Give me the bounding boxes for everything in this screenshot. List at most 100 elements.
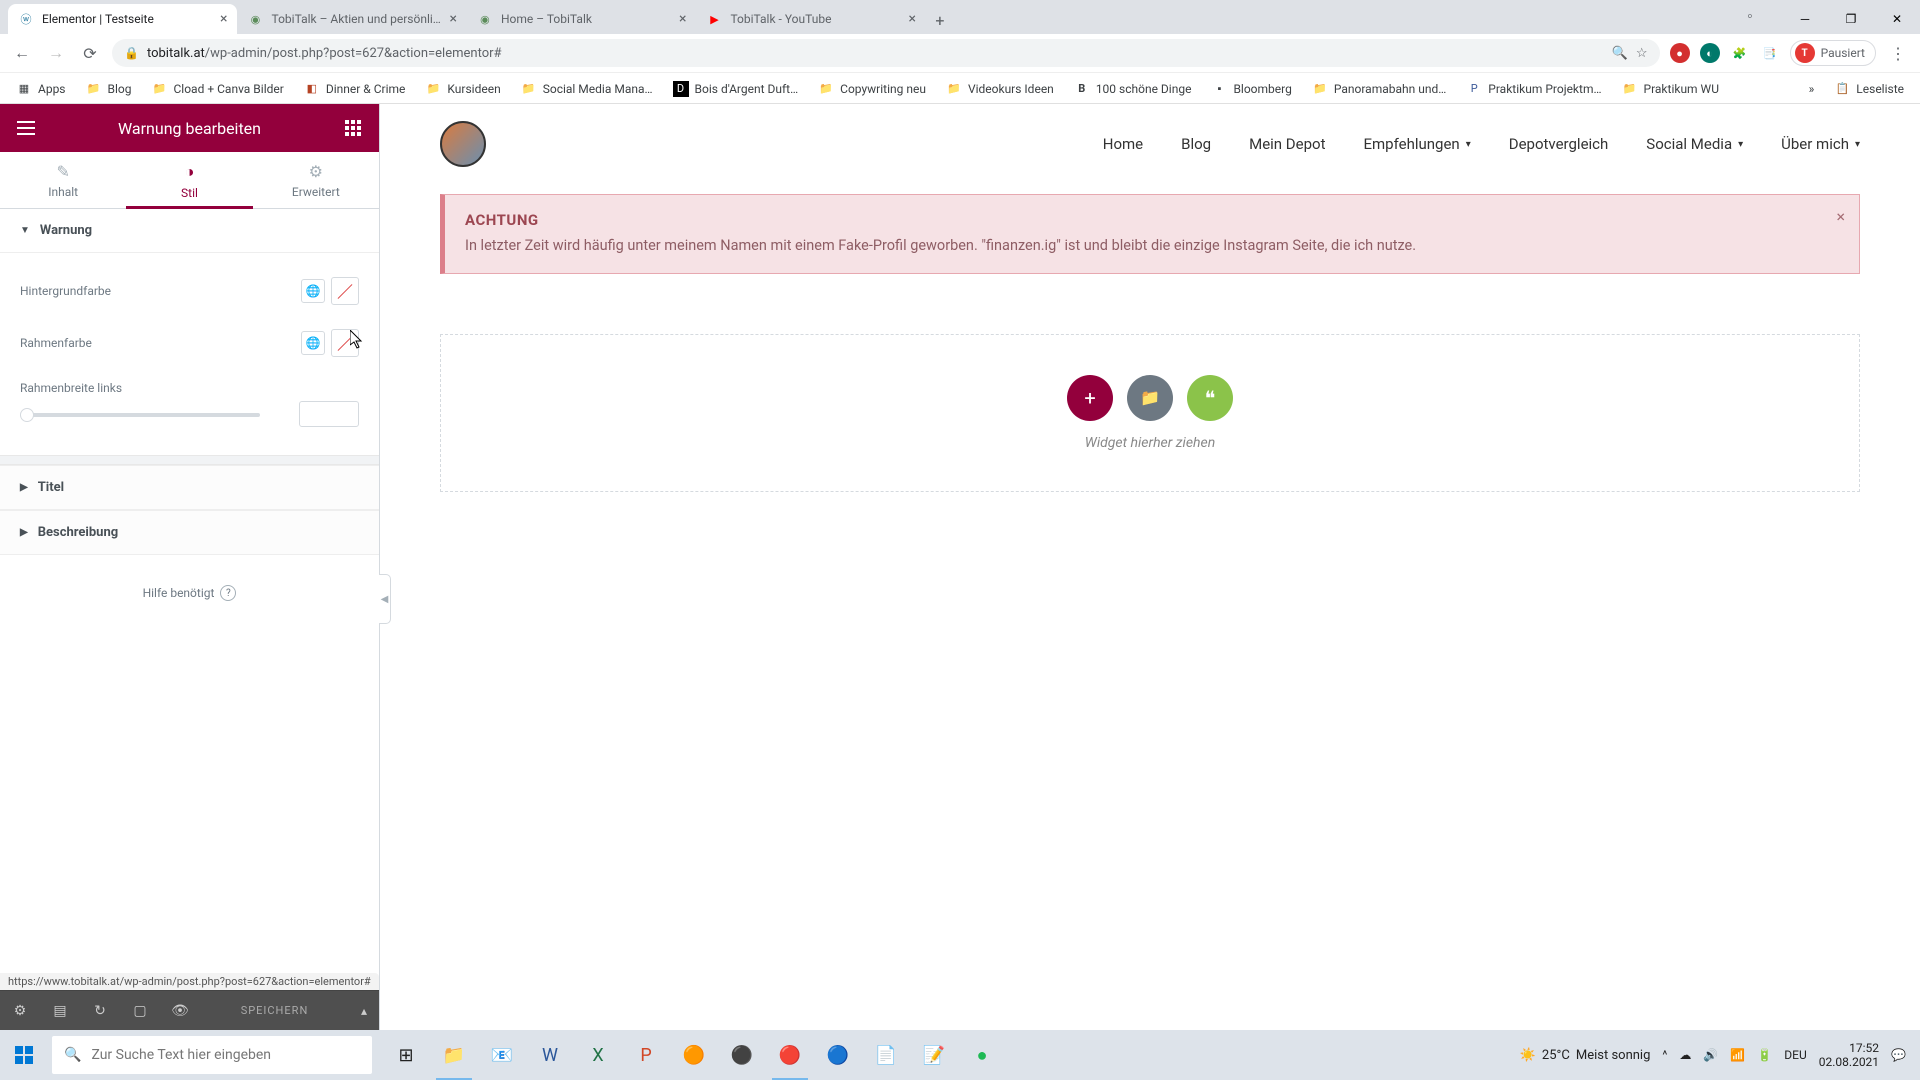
site-logo[interactable]: [440, 121, 486, 167]
onedrive-icon[interactable]: ☁: [1679, 1048, 1691, 1062]
bookmark-item[interactable]: 📁Blog: [78, 77, 140, 101]
mail-icon[interactable]: 📧: [478, 1030, 526, 1080]
navigator-icon[interactable]: ▤: [40, 1003, 80, 1019]
bookmark-item[interactable]: ▪Bloomberg: [1203, 77, 1299, 101]
section-title-toggle[interactable]: ▶ Titel: [0, 465, 379, 510]
save-button[interactable]: SPEICHERN: [200, 1004, 349, 1017]
tab-youtube[interactable]: ▶ TobiTalk - YouTube ×: [696, 4, 925, 34]
collapse-sidebar-handle[interactable]: ◀: [379, 574, 391, 624]
app-icon[interactable]: 🟠: [670, 1030, 718, 1080]
start-button[interactable]: [0, 1030, 48, 1080]
bookmark-item[interactable]: 📁Praktikum WU: [1614, 77, 1727, 101]
add-envato-button[interactable]: ❝: [1187, 375, 1233, 421]
nav-depot[interactable]: Mein Depot: [1249, 135, 1325, 153]
color-swatch[interactable]: [331, 329, 359, 357]
help-link[interactable]: Hilfe benötigt ?: [0, 555, 379, 631]
powerpoint-icon[interactable]: P: [622, 1030, 670, 1080]
global-color-button[interactable]: 🌐: [301, 331, 325, 355]
close-window-button[interactable]: ✕: [1874, 4, 1920, 34]
bookmarks-overflow-icon[interactable]: »: [1801, 78, 1823, 100]
url-input[interactable]: 🔒 tobitalk.at/wp-admin/post.php?post=627…: [112, 39, 1660, 67]
global-color-button[interactable]: 🌐: [301, 279, 325, 303]
slider-thumb[interactable]: [20, 408, 34, 422]
apps-button[interactable]: ▦Apps: [8, 77, 74, 101]
wifi-icon[interactable]: 📶: [1730, 1048, 1745, 1062]
app-icon[interactable]: 📄: [862, 1030, 910, 1080]
obs-icon[interactable]: ⚫: [718, 1030, 766, 1080]
tab-close-icon[interactable]: ×: [908, 11, 915, 27]
bookmark-item[interactable]: 📁Social Media Mana…: [513, 77, 661, 101]
minimize-button[interactable]: ─: [1782, 4, 1828, 34]
bookmark-item[interactable]: ◧Dinner & Crime: [296, 77, 414, 101]
nav-social[interactable]: Social Media▾: [1646, 135, 1743, 153]
network-icon[interactable]: 🔊: [1703, 1048, 1718, 1062]
new-tab-button[interactable]: +: [926, 6, 954, 34]
profile-chip[interactable]: T Pausiert: [1790, 40, 1876, 66]
reading-list-icon[interactable]: 📑: [1760, 43, 1780, 63]
tab-close-icon[interactable]: ×: [449, 11, 456, 27]
tab-close-icon[interactable]: ×: [220, 11, 227, 27]
bookmark-item[interactable]: PPraktikum Projektm…: [1458, 77, 1609, 101]
weather-widget[interactable]: ☀️ 25°C Meist sonnig: [1520, 1048, 1651, 1063]
word-icon[interactable]: W: [526, 1030, 574, 1080]
menu-icon[interactable]: [10, 112, 42, 144]
nav-blog[interactable]: Blog: [1181, 135, 1211, 153]
alert-dismiss-icon[interactable]: ×: [1836, 207, 1845, 226]
maximize-button[interactable]: ❐: [1828, 4, 1874, 34]
forward-button[interactable]: →: [44, 41, 68, 65]
nav-depotvergleich[interactable]: Depotvergleich: [1509, 135, 1609, 153]
spotify-icon[interactable]: ●: [958, 1030, 1006, 1080]
empty-section-dropzone[interactable]: + 📁 ❝ Widget hierher ziehen: [440, 334, 1860, 492]
widgets-grid-icon[interactable]: [337, 112, 369, 144]
settings-icon[interactable]: ⚙: [0, 1003, 40, 1019]
add-section-button[interactable]: +: [1067, 375, 1113, 421]
tab-home-tobitalk[interactable]: ◉ Home – TobiTalk ×: [467, 4, 696, 34]
reading-list-button[interactable]: 📋Leseliste: [1826, 77, 1912, 101]
tab-style[interactable]: ◑ Stil: [126, 152, 252, 208]
add-template-button[interactable]: 📁: [1127, 375, 1173, 421]
bookmark-item[interactable]: 📁Videokurs Ideen: [938, 77, 1062, 101]
bookmark-item[interactable]: 📁Kursideen: [417, 77, 508, 101]
bookmark-star-icon[interactable]: ☆: [1636, 46, 1648, 61]
section-warning-toggle[interactable]: ▼ Warnung: [0, 209, 379, 253]
save-options-icon[interactable]: ▴: [349, 1004, 379, 1018]
responsive-icon[interactable]: ▢: [120, 1003, 160, 1019]
app-icon[interactable]: 📝: [910, 1030, 958, 1080]
bookmark-item[interactable]: 📁Panoramabahn und…: [1304, 77, 1454, 101]
slider-number-input[interactable]: [299, 401, 359, 427]
edge-icon[interactable]: 🔵: [814, 1030, 862, 1080]
notifications-icon[interactable]: 💬: [1891, 1048, 1906, 1062]
zoom-icon[interactable]: 🔍: [1612, 46, 1628, 61]
explorer-icon[interactable]: 📁: [430, 1030, 478, 1080]
tab-elementor[interactable]: ⓦ Elementor | Testseite ×: [8, 4, 237, 34]
back-button[interactable]: ←: [10, 41, 34, 65]
excel-icon[interactable]: X: [574, 1030, 622, 1080]
nav-home[interactable]: Home: [1103, 135, 1143, 153]
task-view-icon[interactable]: ⊞: [382, 1030, 430, 1080]
chrome-menu-icon[interactable]: ⋮: [1886, 41, 1910, 65]
extension-icon[interactable]: ◐: [1700, 43, 1720, 63]
clock[interactable]: 17:52 02.08.2021: [1819, 1041, 1879, 1070]
slider-track[interactable]: [20, 413, 260, 417]
history-icon[interactable]: ↻: [80, 1003, 120, 1019]
alert-widget[interactable]: ACHTUNG In letzter Zeit wird häufig unte…: [440, 194, 1860, 274]
bookmark-item[interactable]: B100 schöne Dinge: [1066, 77, 1200, 101]
battery-icon[interactable]: 🔋: [1757, 1048, 1772, 1062]
reload-button[interactable]: ⟳: [78, 41, 102, 65]
section-description-toggle[interactable]: ▶ Beschreibung: [0, 510, 379, 555]
extension-icon[interactable]: ●: [1670, 43, 1690, 63]
extensions-menu-icon[interactable]: 🧩: [1730, 43, 1750, 63]
nav-about[interactable]: Über mich▾: [1781, 135, 1860, 153]
language-indicator[interactable]: DEU: [1784, 1048, 1806, 1062]
nav-empfehlungen[interactable]: Empfehlungen▾: [1364, 135, 1471, 153]
tab-close-icon[interactable]: ×: [679, 11, 686, 27]
account-switcher-icon[interactable]: ◦: [1738, 4, 1762, 28]
preview-icon[interactable]: 👁: [160, 1003, 200, 1019]
tab-tobitalk-site[interactable]: ◉ TobiTalk – Aktien und persönlich… ×: [237, 4, 466, 34]
tray-overflow-icon[interactable]: ^: [1662, 1048, 1667, 1062]
bookmark-item[interactable]: 📁Cload + Canva Bilder: [143, 77, 291, 101]
tab-advanced[interactable]: ⚙ Erweitert: [253, 152, 379, 208]
bookmark-item[interactable]: 📁Copywriting neu: [810, 77, 934, 101]
bookmark-item[interactable]: DBois d'Argent Duft…: [665, 77, 807, 101]
chrome-icon[interactable]: 🔴: [766, 1030, 814, 1080]
